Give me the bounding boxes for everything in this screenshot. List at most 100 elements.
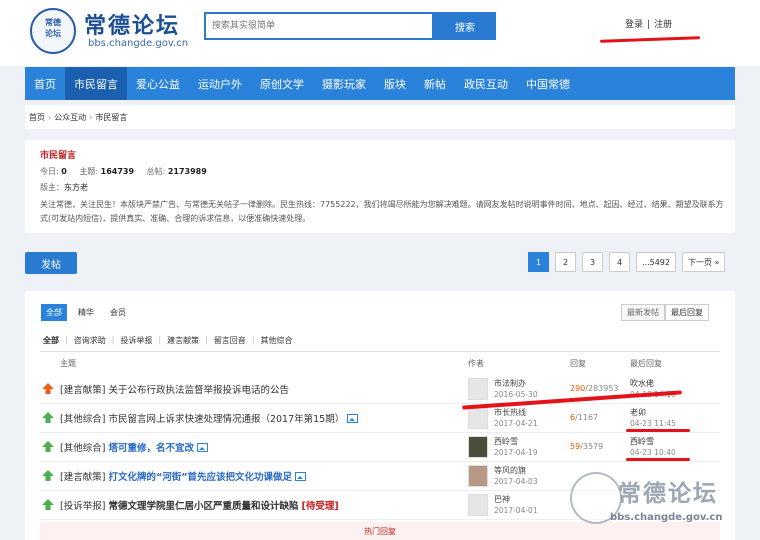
annotation-underline (626, 458, 690, 461)
image-attachment-icon (347, 414, 359, 423)
sort-options: 最新发帖 最后回复 (621, 304, 709, 321)
nav-item[interactable]: 市民留言 (65, 67, 127, 100)
category-separator: | (111, 335, 115, 344)
topic-link[interactable]: 关于公布行政执法监督举报投诉电话的公告 (108, 385, 289, 396)
topic-link[interactable]: 打文化牌的“河街”首先应该把文化功课做足 (108, 472, 292, 483)
replies-header: 回复 (570, 359, 586, 368)
new-post-button[interactable]: 发帖 (25, 252, 77, 274)
login-link[interactable]: 登录 (625, 20, 643, 30)
auth-separator: | (647, 20, 651, 30)
status-badge: [待受理] (301, 501, 339, 512)
avatar[interactable] (468, 494, 488, 516)
filter-tab[interactable]: 会员 (105, 304, 131, 321)
breadcrumb-home[interactable]: 首页 (29, 112, 45, 123)
page-button[interactable]: 3 (582, 252, 603, 272)
category-tab[interactable]: 投诉举报 (120, 335, 158, 346)
nav-item[interactable]: 爱心公益 (127, 67, 189, 100)
search-button[interactable]: 搜索 (434, 12, 496, 40)
filter-tab[interactable]: 全部 (41, 304, 67, 321)
nav-item[interactable]: 新帖 (415, 67, 455, 100)
nav-item[interactable]: 运动户外 (189, 67, 251, 100)
category-separator: | (205, 335, 208, 344)
site-header: 常德论坛 常德论坛 bbs.changde.gov.cn 搜索 登录 |注册 (0, 0, 760, 66)
view-number: /1167 (575, 413, 599, 422)
last-reply-header: 最后回复 (630, 359, 662, 368)
category-tab[interactable]: 留言回音 (214, 335, 252, 346)
avatar[interactable] (468, 436, 488, 458)
sort-option[interactable]: 最新发帖 (621, 304, 665, 321)
nav-item[interactable]: 中国常德 (517, 67, 579, 100)
topic-title: [投诉举报] 常德文理学院里仁居小区严重质量和设计缺陷 [待受理] (60, 498, 339, 512)
topic-category-link[interactable]: [其他综合] (60, 443, 105, 454)
nav-item[interactable]: 首页 (25, 67, 65, 100)
posts-label: 总帖: (146, 167, 166, 176)
search-input[interactable] (206, 14, 432, 38)
watermark-title: 常德论坛 (618, 480, 718, 507)
page-button[interactable]: ...5492 (636, 252, 676, 272)
topic-link[interactable]: 塔可重修，名不宜改 (108, 443, 194, 454)
nav-item[interactable]: 版块 (375, 67, 415, 100)
today-label: 今日: (40, 167, 59, 176)
page-button[interactable]: 4 (609, 252, 630, 272)
category-tab[interactable]: 建言献策 (167, 335, 205, 346)
forum-watermark: 常德论坛 bbs.changde.gov.cn (570, 470, 760, 540)
nav-item[interactable]: 摄影玩家 (313, 67, 375, 100)
last-reply-user[interactable]: 吹水佬 (630, 378, 654, 389)
topic-arrow-icon (42, 412, 54, 423)
author-link[interactable]: 西岭雪 (494, 436, 518, 447)
posts-value: 2173989 (167, 167, 207, 176)
image-attachment-icon (196, 443, 208, 452)
avatar[interactable] (468, 465, 488, 487)
topic-header: 主题 (60, 359, 76, 368)
topic-category-link[interactable]: [建言献策] (60, 472, 105, 483)
board-name[interactable]: 市民留言 (40, 148, 720, 161)
breadcrumb-interaction[interactable]: 公众互动 (54, 112, 86, 123)
view-number: /283953 (585, 384, 619, 393)
table-row: [其他综合] 市民留言网上诉求快速处理情况通报（2017年第15期） 市长热线 20… (40, 404, 720, 433)
nav-item[interactable]: 政民互动 (455, 67, 517, 100)
divider (40, 351, 720, 352)
filter-tabs: 全部 精华 会员 (41, 304, 137, 321)
topic-title: [其他综合] 市民留言网上诉求快速处理情况通报（2017年第15期） (60, 411, 359, 425)
author-link[interactable]: 市长热线 (494, 407, 526, 418)
next-page-button[interactable]: 下一页 » (682, 252, 726, 272)
author-link[interactable]: 市法制办 (494, 378, 526, 389)
filter-tab[interactable]: 精华 (73, 304, 99, 321)
mods-label: 版主： (40, 183, 64, 192)
topic-title: [建言献策] 打文化牌的“河街”首先应该把文化功课做足 (60, 469, 306, 483)
topic-link[interactable]: 市民留言网上诉求快速处理情况通报（2017年第15期） (108, 414, 344, 425)
moderator-link[interactable]: 东方老 (64, 183, 88, 192)
topic-category-link[interactable]: [其他综合] (60, 414, 105, 425)
last-reply-user[interactable]: 老卯 (630, 407, 646, 418)
topics-value: 164739 (100, 167, 135, 176)
author-link[interactable]: 巴神 (494, 494, 510, 505)
page-button[interactable]: 2 (555, 252, 576, 272)
last-reply-user[interactable]: 西岭雪 (630, 436, 654, 447)
sort-option[interactable]: 最后回复 (665, 304, 709, 321)
avatar[interactable] (468, 378, 488, 400)
topic-arrow-icon (42, 383, 54, 394)
topic-category-link[interactable]: [建言献策] (60, 385, 105, 396)
author-date: 2017-04-03 (494, 477, 538, 486)
category-tab[interactable]: 咨询求助 (74, 335, 112, 346)
breadcrumb-current[interactable]: 市民留言 (95, 112, 127, 123)
nav-item[interactable]: 原创文学 (251, 67, 313, 100)
logo-seal: 常德 论坛 (30, 8, 76, 54)
topic-category-link[interactable]: [投诉举报] (60, 501, 105, 512)
last-reply-date[interactable]: 04-23 11:45 (630, 419, 676, 428)
avatar[interactable] (468, 407, 488, 429)
main-nav: 首页 市民留言 爱心公益 运动户外 原创文学 摄影玩家 版块 新帖 政民互动 中国常德 (25, 67, 735, 100)
site-logo[interactable]: 常德 论坛 常德论坛 bbs.changde.gov.cn (30, 8, 190, 54)
register-link[interactable]: 注册 (654, 20, 672, 30)
today-value: 0 (61, 167, 67, 176)
last-reply-date[interactable]: 04-23 10:40 (630, 448, 676, 457)
author-link[interactable]: 等风的旗 (494, 465, 526, 476)
category-tab[interactable]: 其他综合 (261, 335, 299, 346)
moderators: 版主：东方老 (40, 182, 720, 193)
author-header: 作者 (468, 359, 484, 368)
category-tabs: 全部 | 咨询求助 | 投诉举报 | 建言献策 | 留言回音 | 其他综合 (43, 335, 299, 346)
page-button[interactable]: 1 (528, 252, 549, 272)
watermark-url: bbs.changde.gov.cn (610, 512, 723, 523)
category-tab[interactable]: 全部 (43, 335, 65, 346)
topic-link[interactable]: 常德文理学院里仁居小区严重质量和设计缺陷 (108, 501, 298, 512)
